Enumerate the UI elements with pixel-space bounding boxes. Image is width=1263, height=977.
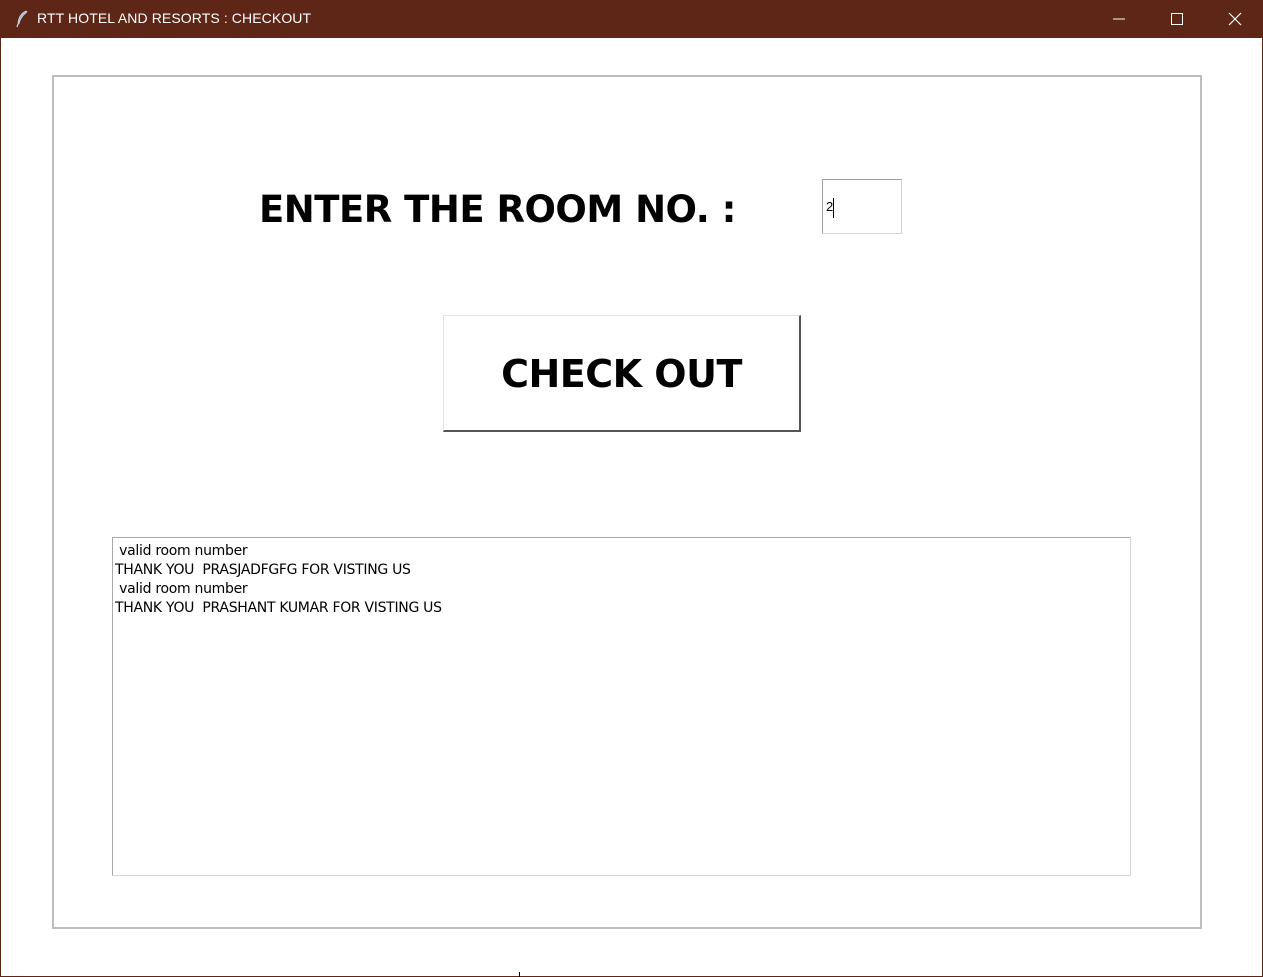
title-bar[interactable]: RTT HOTEL AND RESORTS : CHECKOUT — [1, 0, 1263, 38]
mouse-cursor — [519, 972, 520, 977]
output-log[interactable]: valid room number THANK YOU PRASJADFGFG … — [112, 537, 1131, 876]
feather-icon — [15, 10, 29, 28]
text-caret — [833, 197, 835, 218]
check-out-button[interactable]: CHECK OUT — [443, 315, 801, 432]
room-number-value: 2 — [826, 199, 834, 214]
room-number-label: ENTER THE ROOM NO. : — [259, 188, 736, 231]
window-title: RTT HOTEL AND RESORTS : CHECKOUT — [37, 10, 312, 26]
minimize-button[interactable] — [1090, 0, 1148, 38]
maximize-button[interactable] — [1148, 0, 1206, 38]
minimize-icon — [1113, 18, 1125, 20]
app-window: RTT HOTEL AND RESORTS : CHECKOUT ENTER T… — [0, 0, 1263, 977]
log-line: valid room number — [115, 543, 248, 559]
room-number-input[interactable]: 2 — [822, 179, 902, 234]
maximize-icon — [1171, 13, 1183, 25]
close-button[interactable] — [1206, 0, 1263, 38]
log-line: THANK YOU PRASJADFGFG FOR VISTING US — [115, 562, 411, 578]
close-icon — [1228, 12, 1242, 26]
log-line: valid room number — [115, 581, 248, 597]
log-line: THANK YOU PRASHANT KUMAR FOR VISTING US — [115, 600, 442, 616]
